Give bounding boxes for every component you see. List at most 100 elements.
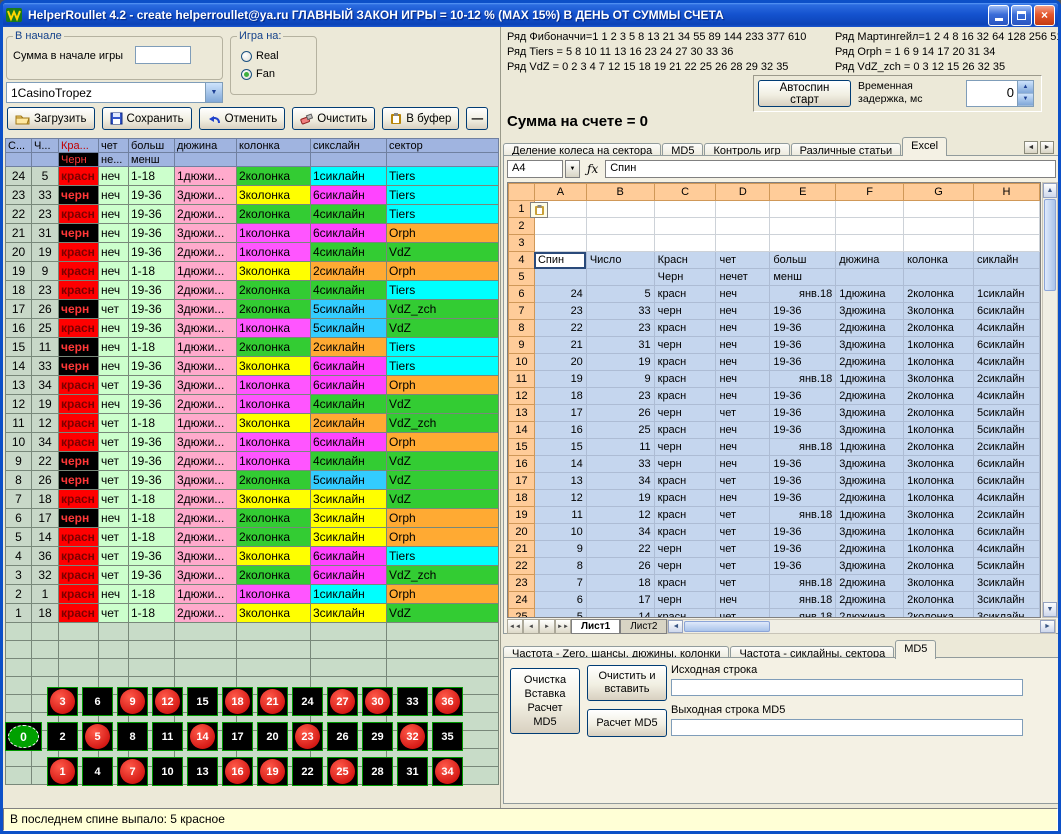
excel-cell[interactable]: 3сиклайн [973, 575, 1039, 592]
excel-cell[interactable]: красн [654, 371, 716, 388]
excel-cell[interactable]: 12 [534, 490, 586, 507]
excel-cell[interactable]: 1колонка [904, 541, 974, 558]
excel-row-header[interactable]: 2 [509, 218, 535, 235]
excel-cell[interactable]: 2колонка [904, 592, 974, 609]
roulette-number[interactable]: 1 [47, 757, 78, 786]
excel-cell[interactable]: 2дюжина [836, 490, 904, 507]
combo-dropdown-icon[interactable]: ▼ [205, 83, 222, 102]
excel-cell[interactable] [654, 218, 716, 235]
excel-cell[interactable]: 19 [586, 354, 654, 371]
excel-cell[interactable]: 2дюжина [836, 592, 904, 609]
excel-cell[interactable]: 2дюжина [836, 575, 904, 592]
excel-cell[interactable]: 1сиклайн [973, 286, 1039, 303]
spin-col-header[interactable]: дюжина [175, 139, 237, 153]
excel-row-header[interactable]: 11 [509, 371, 535, 388]
excel-cell[interactable]: 3сиклайн [973, 609, 1039, 619]
excel-cell[interactable]: 4сиклайн [973, 541, 1039, 558]
excel-cell[interactable]: красн [654, 490, 716, 507]
excel-column-header[interactable]: F [836, 184, 904, 201]
excel-row-header[interactable]: 24 [509, 592, 535, 609]
excel-cell[interactable]: 1колонка [904, 524, 974, 541]
excel-column-header[interactable]: B [586, 184, 654, 201]
excel-cell[interactable]: 2колонка [904, 405, 974, 422]
excel-cell[interactable]: 17 [534, 405, 586, 422]
roulette-number[interactable]: 36 [432, 687, 463, 716]
excel-row-header[interactable]: 3 [509, 235, 535, 252]
spin-row[interactable]: 1334краснчет19-363дюжи...1колонка6сиклай… [6, 376, 499, 395]
excel-cell[interactable]: чет [716, 524, 770, 541]
spin-row[interactable]: 199красннеч1-181дюжи...3колонка2сиклайнO… [6, 262, 499, 281]
excel-cell[interactable]: черн [654, 558, 716, 575]
excel-row-header[interactable]: 15 [509, 439, 535, 456]
excel-cell[interactable]: 19-36 [770, 354, 836, 371]
excel-row-header[interactable]: 19 [509, 507, 535, 524]
excel-cell[interactable]: 1колонка [904, 354, 974, 371]
excel-cell[interactable]: 2сиклайн [973, 371, 1039, 388]
md5-input-field[interactable] [671, 679, 1023, 696]
excel-row-header[interactable]: 8 [509, 320, 535, 337]
vertical-scroll-thumb[interactable] [1044, 199, 1056, 291]
excel-cell[interactable]: 19-36 [770, 337, 836, 354]
excel-cell[interactable]: 19-36 [770, 524, 836, 541]
excel-cell[interactable] [904, 235, 974, 252]
excel-cell[interactable]: 5сиклайн [973, 422, 1039, 439]
excel-cell[interactable]: 2колонка [904, 286, 974, 303]
roulette-zero[interactable]: 0 [5, 722, 42, 751]
excel-cell[interactable]: 26 [586, 558, 654, 575]
excel-cell[interactable]: красн [654, 609, 716, 619]
excel-cell[interactable]: 5 [586, 286, 654, 303]
excel-cell[interactable]: чет [716, 558, 770, 575]
excel-cell[interactable]: 6сиклайн [973, 456, 1039, 473]
excel-cell[interactable]: сиклайн [973, 252, 1039, 269]
spin-row[interactable]: 21красннеч1-181дюжи...1колонка1сиклайнOr… [6, 585, 499, 604]
excel-column-header[interactable]: H [973, 184, 1039, 201]
excel-cell[interactable]: черн [654, 337, 716, 354]
excel-cell[interactable]: 6сиклайн [973, 303, 1039, 320]
spin-row[interactable]: 922чернчет19-362дюжи...1колонка4сиклайнV… [6, 452, 499, 471]
excel-cell[interactable]: 31 [586, 337, 654, 354]
casino-select[interactable]: 1CasinoTropez ▼ [6, 82, 223, 103]
excel-vertical-scrollbar[interactable]: ▲ ▼ [1042, 182, 1058, 618]
sheet-nav-icon[interactable]: ◄◄ [507, 619, 523, 634]
excel-cell[interactable]: красн [654, 320, 716, 337]
excel-cell[interactable]: 1колонка [904, 337, 974, 354]
excel-cell[interactable]: неч [716, 303, 770, 320]
maximize-button[interactable] [1011, 5, 1032, 26]
excel-cell[interactable]: 21 [534, 337, 586, 354]
roulette-number[interactable]: 2 [47, 722, 78, 751]
excel-cell[interactable]: 3дюжина [836, 473, 904, 490]
excel-cell[interactable]: 2колонка [904, 388, 974, 405]
excel-cell[interactable]: 1дюжина [836, 507, 904, 524]
excel-cell[interactable]: 4сиклайн [973, 320, 1039, 337]
sheet-nav-icon[interactable]: ► [539, 619, 555, 634]
excel-cell[interactable]: 4сиклайн [973, 490, 1039, 507]
excel-cell[interactable]: неч [716, 286, 770, 303]
collapse-button[interactable]: — [466, 107, 488, 130]
copy-to-buffer-button[interactable]: В буфер [382, 107, 459, 130]
excel-cell[interactable] [586, 235, 654, 252]
spin-row[interactable]: 436краснчет19-363дюжи...3колонка6сиклайн… [6, 547, 499, 566]
excel-cell[interactable]: 19-36 [770, 388, 836, 405]
md5-clear-paste-calc-button[interactable]: Очистка Вставка Расчет MD5 [510, 668, 580, 734]
excel-cell[interactable]: 2сиклайн [973, 507, 1039, 524]
spin-col-header[interactable]: сектор [387, 139, 499, 153]
excel-cell[interactable]: чет [716, 405, 770, 422]
excel-cell[interactable]: 26 [586, 405, 654, 422]
roulette-number[interactable]: 33 [397, 687, 428, 716]
excel-row-header[interactable]: 25 [509, 609, 535, 619]
excel-cell[interactable]: 5сиклайн [973, 405, 1039, 422]
excel-cell[interactable] [973, 201, 1039, 218]
excel-cell[interactable]: красн [654, 473, 716, 490]
close-button[interactable]: × [1034, 5, 1055, 26]
excel-cell[interactable]: неч [716, 456, 770, 473]
excel-cell[interactable]: неч [716, 320, 770, 337]
excel-cell[interactable] [973, 269, 1039, 286]
excel-cell[interactable]: 2дюжина [836, 541, 904, 558]
tab-scroll-left-icon[interactable]: ◄ [1024, 141, 1038, 154]
spin-col-header[interactable]: Кра... [59, 139, 99, 153]
excel-cell[interactable]: красн [654, 388, 716, 405]
excel-cell[interactable] [973, 235, 1039, 252]
excel-cell[interactable]: 1колонка [904, 422, 974, 439]
excel-cell[interactable]: 4сиклайн [973, 388, 1039, 405]
excel-row-header[interactable]: 20 [509, 524, 535, 541]
